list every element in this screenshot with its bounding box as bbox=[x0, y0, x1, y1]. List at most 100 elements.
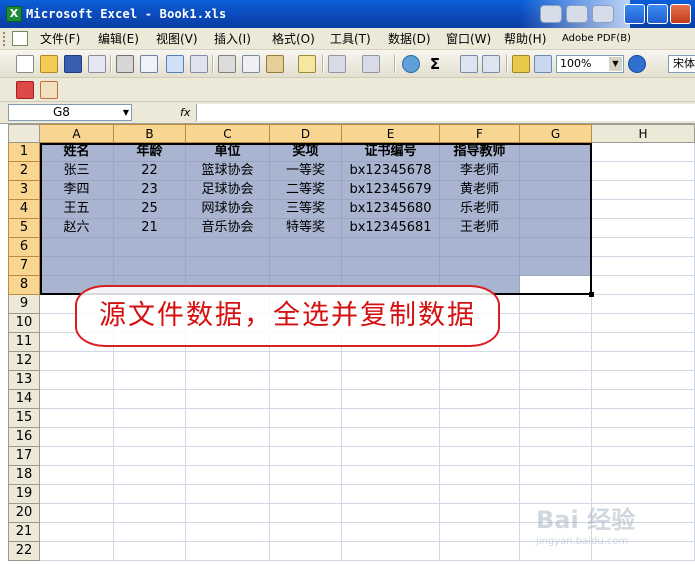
save-icon[interactable] bbox=[64, 55, 82, 73]
cell-c18[interactable] bbox=[186, 466, 270, 485]
row-header-4[interactable]: 4 bbox=[8, 200, 40, 219]
row-header-11[interactable]: 11 bbox=[8, 333, 40, 352]
cell-b7[interactable] bbox=[114, 257, 186, 276]
cell-e4[interactable]: bx12345680 bbox=[342, 200, 440, 219]
sort-descending-icon[interactable] bbox=[482, 55, 500, 73]
cell-e18[interactable] bbox=[342, 466, 440, 485]
row-header-21[interactable]: 21 bbox=[8, 523, 40, 542]
cell-e7[interactable] bbox=[342, 257, 440, 276]
cell-g16[interactable] bbox=[520, 428, 592, 447]
cell-c17[interactable] bbox=[186, 447, 270, 466]
menu-format[interactable]: 格式(O) bbox=[272, 32, 315, 46]
cell-h2[interactable] bbox=[592, 162, 695, 181]
cell-h19[interactable] bbox=[592, 485, 695, 504]
row-header-19[interactable]: 19 bbox=[8, 485, 40, 504]
cell-f14[interactable] bbox=[440, 390, 520, 409]
row-header-22[interactable]: 22 bbox=[8, 542, 40, 561]
cell-a19[interactable] bbox=[40, 485, 114, 504]
cell-h18[interactable] bbox=[592, 466, 695, 485]
cell-b6[interactable] bbox=[114, 238, 186, 257]
cell-c1[interactable]: 单位 bbox=[186, 143, 270, 162]
pdf-email-icon[interactable] bbox=[40, 81, 58, 99]
cell-d2[interactable]: 一等奖 bbox=[270, 162, 342, 181]
menu-data[interactable]: 数据(D) bbox=[388, 32, 431, 46]
cell-a1[interactable]: 姓名 bbox=[40, 143, 114, 162]
cell-b19[interactable] bbox=[114, 485, 186, 504]
column-header-f[interactable]: F bbox=[440, 124, 520, 143]
menu-help[interactable]: 帮助(H) bbox=[504, 32, 546, 46]
cell-h6[interactable] bbox=[592, 238, 695, 257]
autosum-icon[interactable]: Σ bbox=[426, 55, 444, 73]
cell-c6[interactable] bbox=[186, 238, 270, 257]
row-header-12[interactable]: 12 bbox=[8, 352, 40, 371]
cell-d18[interactable] bbox=[270, 466, 342, 485]
cell-b13[interactable] bbox=[114, 371, 186, 390]
print-preview-icon[interactable] bbox=[140, 55, 158, 73]
open-icon[interactable] bbox=[40, 55, 58, 73]
cell-h4[interactable] bbox=[592, 200, 695, 219]
cell-g7[interactable] bbox=[520, 257, 592, 276]
cell-f6[interactable] bbox=[440, 238, 520, 257]
cell-h16[interactable] bbox=[592, 428, 695, 447]
chevron-down-icon[interactable]: ▼ bbox=[609, 57, 622, 71]
menu-adobe-pdf[interactable]: Adobe PDF(B) bbox=[562, 32, 631, 46]
cell-c12[interactable] bbox=[186, 352, 270, 371]
row-header-9[interactable]: 9 bbox=[8, 295, 40, 314]
cell-b16[interactable] bbox=[114, 428, 186, 447]
cell-f7[interactable] bbox=[440, 257, 520, 276]
cell-a21[interactable] bbox=[40, 523, 114, 542]
cell-a6[interactable] bbox=[40, 238, 114, 257]
cell-a22[interactable] bbox=[40, 542, 114, 561]
row-header-3[interactable]: 3 bbox=[8, 181, 40, 200]
column-header-c[interactable]: C bbox=[186, 124, 270, 143]
cell-b18[interactable] bbox=[114, 466, 186, 485]
permission-icon[interactable] bbox=[88, 55, 106, 73]
cell-d22[interactable] bbox=[270, 542, 342, 561]
cell-c5[interactable]: 音乐协会 bbox=[186, 219, 270, 238]
cell-d3[interactable]: 二等奖 bbox=[270, 181, 342, 200]
cell-c3[interactable]: 足球协会 bbox=[186, 181, 270, 200]
undo-icon[interactable] bbox=[328, 55, 346, 73]
row-header-5[interactable]: 5 bbox=[8, 219, 40, 238]
cell-c7[interactable] bbox=[186, 257, 270, 276]
cell-f1[interactable]: 指导教师 bbox=[440, 143, 520, 162]
cell-d1[interactable]: 奖项 bbox=[270, 143, 342, 162]
cell-a5[interactable]: 赵六 bbox=[40, 219, 114, 238]
formula-input[interactable] bbox=[196, 104, 695, 121]
cell-b21[interactable] bbox=[114, 523, 186, 542]
cell-e5[interactable]: bx12345681 bbox=[342, 219, 440, 238]
cell-g15[interactable] bbox=[520, 409, 592, 428]
cell-c19[interactable] bbox=[186, 485, 270, 504]
column-header-e[interactable]: E bbox=[342, 124, 440, 143]
cell-h13[interactable] bbox=[592, 371, 695, 390]
cell-e6[interactable] bbox=[342, 238, 440, 257]
workbook-icon[interactable] bbox=[12, 31, 28, 46]
cell-h11[interactable] bbox=[592, 333, 695, 352]
cell-a17[interactable] bbox=[40, 447, 114, 466]
cell-b5[interactable]: 21 bbox=[114, 219, 186, 238]
cell-d13[interactable] bbox=[270, 371, 342, 390]
cell-g1[interactable] bbox=[520, 143, 592, 162]
row-header-20[interactable]: 20 bbox=[8, 504, 40, 523]
row-header-17[interactable]: 17 bbox=[8, 447, 40, 466]
row-header-10[interactable]: 10 bbox=[8, 314, 40, 333]
cell-b2[interactable]: 22 bbox=[114, 162, 186, 181]
cell-d14[interactable] bbox=[270, 390, 342, 409]
close-button[interactable] bbox=[670, 4, 691, 24]
cell-a15[interactable] bbox=[40, 409, 114, 428]
row-header-16[interactable]: 16 bbox=[8, 428, 40, 447]
cell-e17[interactable] bbox=[342, 447, 440, 466]
column-header-g[interactable]: G bbox=[520, 124, 592, 143]
cell-e14[interactable] bbox=[342, 390, 440, 409]
cell-d16[interactable] bbox=[270, 428, 342, 447]
spelling-icon[interactable] bbox=[166, 55, 184, 73]
column-header-a[interactable]: A bbox=[40, 124, 114, 143]
cell-b4[interactable]: 25 bbox=[114, 200, 186, 219]
cell-e3[interactable]: bx12345679 bbox=[342, 181, 440, 200]
row-header-2[interactable]: 2 bbox=[8, 162, 40, 181]
cell-f2[interactable]: 李老师 bbox=[440, 162, 520, 181]
cell-f19[interactable] bbox=[440, 485, 520, 504]
cell-g14[interactable] bbox=[520, 390, 592, 409]
cell-h5[interactable] bbox=[592, 219, 695, 238]
help-icon[interactable] bbox=[628, 55, 646, 73]
